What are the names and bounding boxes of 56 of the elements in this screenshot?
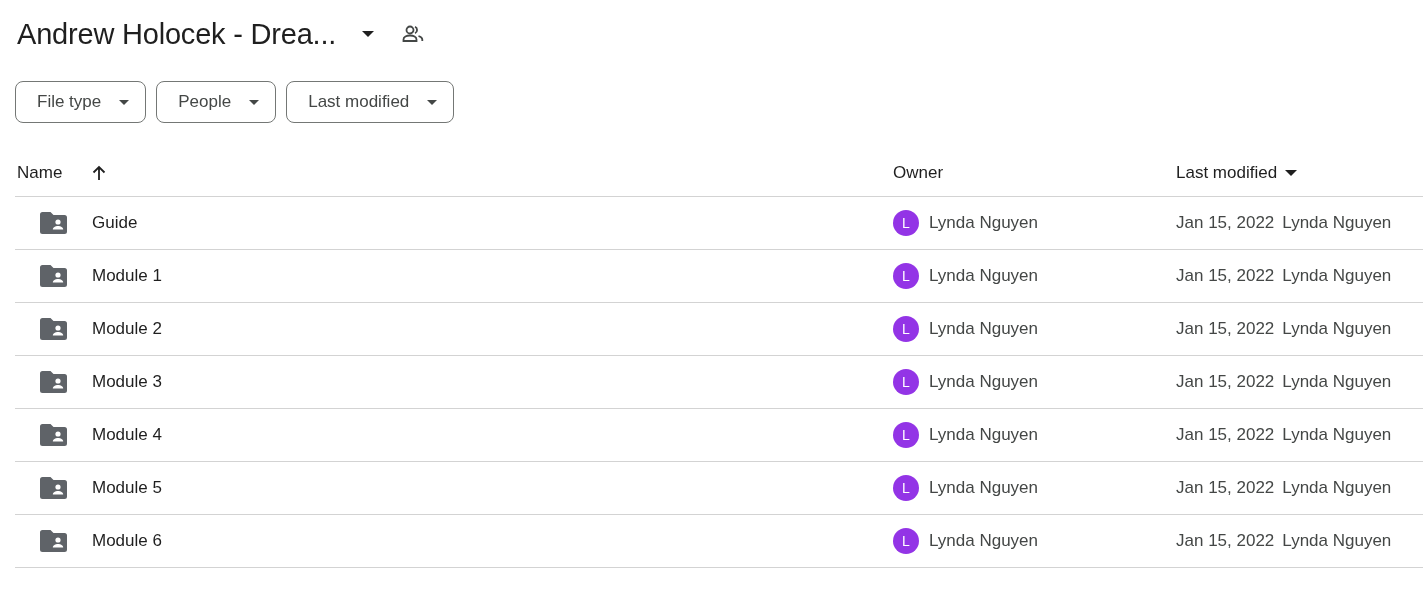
owner-name: Lynda Nguyen <box>929 266 1038 286</box>
owner-avatar: L <box>893 422 919 448</box>
people-icon[interactable] <box>402 25 425 43</box>
modified-by-name: Lynda Nguyen <box>1282 319 1392 339</box>
owner-avatar: L <box>893 210 919 236</box>
modified-date: Jan 15, 2022 <box>1176 319 1275 339</box>
file-name[interactable]: Module 1 <box>92 266 162 286</box>
caret-icon <box>249 99 260 105</box>
modified-date: Jan 15, 2022 <box>1176 372 1275 392</box>
owner-avatar: L <box>893 263 919 289</box>
filter-chip[interactable]: File type <box>15 81 147 123</box>
filter-chip[interactable]: Last modified <box>286 81 455 123</box>
modified-by-name: Lynda Nguyen <box>1282 478 1392 498</box>
file-name[interactable]: Module 4 <box>92 425 162 445</box>
modified-by-name: Lynda Nguyen <box>1282 266 1392 286</box>
file-name[interactable]: Module 3 <box>92 372 162 392</box>
owner-name: Lynda Nguyen <box>929 319 1038 339</box>
file-name[interactable]: Module 2 <box>92 319 162 339</box>
owner-name: Lynda Nguyen <box>929 213 1038 233</box>
shared-folder-icon <box>40 212 67 234</box>
modified-date: Jan 15, 2022 <box>1176 425 1275 445</box>
file-name[interactable]: Guide <box>92 213 138 233</box>
owner-avatar: L <box>893 528 919 554</box>
owner-name: Lynda Nguyen <box>929 425 1038 445</box>
folder-title: Andrew Holocek - Drea... <box>17 17 337 51</box>
modified-by-name: Lynda Nguyen <box>1282 531 1392 551</box>
owner-name: Lynda Nguyen <box>929 372 1038 392</box>
caret-icon[interactable] <box>1285 169 1298 176</box>
modified-date: Jan 15, 2022 <box>1176 478 1275 498</box>
dropdown-caret-icon[interactable] <box>362 31 375 37</box>
owner-avatar: L <box>893 369 919 395</box>
modified-by-name: Lynda Nguyen <box>1282 425 1392 445</box>
column-header[interactable]: Owner <box>893 162 944 183</box>
owner-name: Lynda Nguyen <box>929 478 1038 498</box>
shared-folder-icon <box>40 265 67 287</box>
modified-by-name: Lynda Nguyen <box>1282 213 1392 233</box>
shared-folder-icon <box>40 424 67 446</box>
caret-icon <box>119 99 130 105</box>
column-header[interactable]: Last modified <box>1176 162 1278 183</box>
caret-icon <box>427 99 438 105</box>
owner-avatar: L <box>893 475 919 501</box>
modified-by-name: Lynda Nguyen <box>1282 372 1392 392</box>
owner-name: Lynda Nguyen <box>929 531 1038 551</box>
owner-avatar: L <box>893 316 919 342</box>
shared-folder-icon <box>40 477 67 499</box>
sort-up-arrow-icon[interactable] <box>92 164 107 181</box>
filter-chip[interactable]: People <box>156 81 277 123</box>
column-header[interactable]: Name <box>17 162 63 183</box>
shared-folder-icon <box>40 530 67 552</box>
file-name[interactable]: Module 6 <box>92 531 162 551</box>
modified-date: Jan 15, 2022 <box>1176 213 1275 233</box>
modified-date: Jan 15, 2022 <box>1176 266 1275 286</box>
file-name[interactable]: Module 5 <box>92 478 162 498</box>
shared-folder-icon <box>40 371 67 393</box>
shared-folder-icon <box>40 318 67 340</box>
modified-date: Jan 15, 2022 <box>1176 531 1275 551</box>
